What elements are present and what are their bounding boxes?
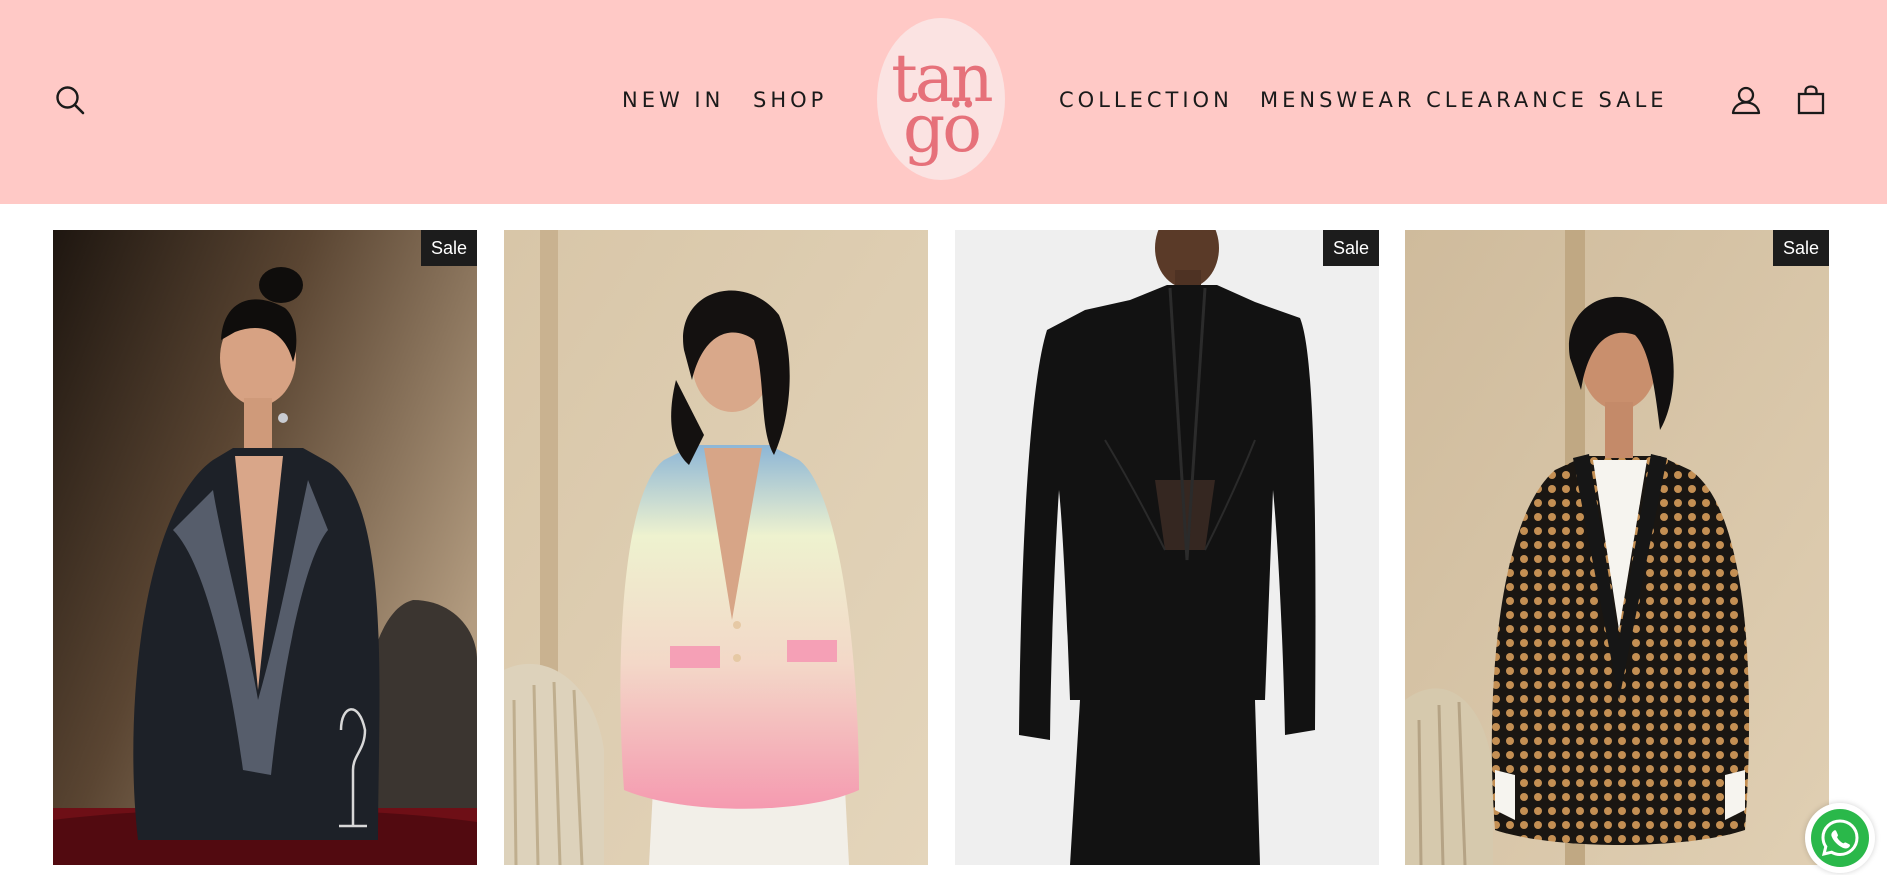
site-header: NEW IN SHOP tan gö COLLECTION MENSWEAR C…	[0, 0, 1887, 204]
user-icon	[1731, 86, 1761, 115]
product-card[interactable]: Sale	[53, 230, 477, 865]
nav-menswear-clearance-sale[interactable]: MENSWEAR CLEARANCE SALE	[1260, 85, 1668, 115]
whatsapp-chat-button[interactable]	[1805, 803, 1875, 873]
cart-button[interactable]	[1793, 82, 1829, 118]
nav-new-in[interactable]: NEW IN	[622, 85, 724, 115]
search-button[interactable]	[52, 82, 88, 118]
nav-shop[interactable]: SHOP	[753, 85, 827, 115]
nav-collection[interactable]: COLLECTION	[1059, 85, 1233, 115]
search-icon	[56, 86, 85, 115]
product-image	[955, 230, 1379, 865]
logo-text-bottom: gö	[903, 90, 982, 167]
brand-logo[interactable]: tan gö	[877, 18, 1005, 180]
cart-icon	[1797, 85, 1825, 115]
product-image	[53, 230, 477, 865]
product-card[interactable]	[504, 230, 928, 865]
whatsapp-icon	[1821, 819, 1859, 857]
product-card[interactable]: Sale	[955, 230, 1379, 865]
sale-badge: Sale	[1322, 230, 1379, 266]
product-image	[504, 230, 928, 865]
sale-badge: Sale	[420, 230, 477, 266]
product-image	[1405, 230, 1829, 865]
product-card[interactable]: Sale	[1405, 230, 1829, 865]
whatsapp-badge	[1811, 809, 1869, 867]
account-button[interactable]	[1728, 82, 1764, 118]
sale-badge: Sale	[1772, 230, 1829, 266]
